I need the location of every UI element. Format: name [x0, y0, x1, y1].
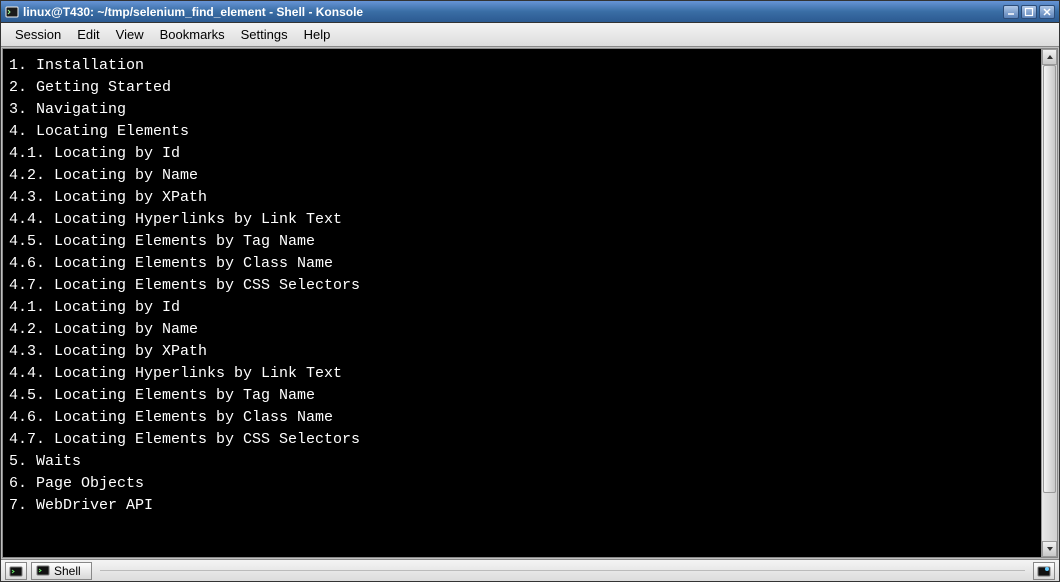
statusbar: Shell [1, 559, 1059, 581]
close-button[interactable] [1039, 5, 1055, 19]
menu-settings[interactable]: Settings [233, 25, 296, 44]
titlebar[interactable]: linux@T430: ~/tmp/selenium_find_element … [1, 1, 1059, 23]
scrollbar[interactable] [1041, 49, 1057, 557]
konsole-window: linux@T430: ~/tmp/selenium_find_element … [0, 0, 1060, 582]
menu-edit[interactable]: Edit [69, 25, 107, 44]
menu-session[interactable]: Session [7, 25, 69, 44]
window-buttons [1003, 5, 1055, 19]
tab-shell[interactable]: Shell [31, 562, 92, 580]
terminal[interactable]: 1. Installation 2. Getting Started 3. Na… [3, 49, 1041, 557]
tab-label: Shell [54, 564, 81, 578]
scroll-thumb[interactable] [1043, 65, 1056, 493]
menu-view[interactable]: View [108, 25, 152, 44]
terminal-area: 1. Installation 2. Getting Started 3. Na… [2, 48, 1058, 558]
menubar[interactable]: Session Edit View Bookmarks Settings Hel… [1, 23, 1059, 47]
menu-help[interactable]: Help [296, 25, 339, 44]
activity-button[interactable] [1033, 562, 1055, 580]
minimize-button[interactable] [1003, 5, 1019, 19]
shell-icon [36, 564, 50, 578]
maximize-button[interactable] [1021, 5, 1037, 19]
scroll-track[interactable] [1042, 65, 1057, 541]
menu-bookmarks[interactable]: Bookmarks [152, 25, 233, 44]
scroll-up-button[interactable] [1042, 49, 1057, 65]
scroll-down-button[interactable] [1042, 541, 1057, 557]
window-title: linux@T430: ~/tmp/selenium_find_element … [23, 5, 363, 19]
app-icon [5, 5, 19, 19]
new-session-button[interactable] [5, 562, 27, 580]
